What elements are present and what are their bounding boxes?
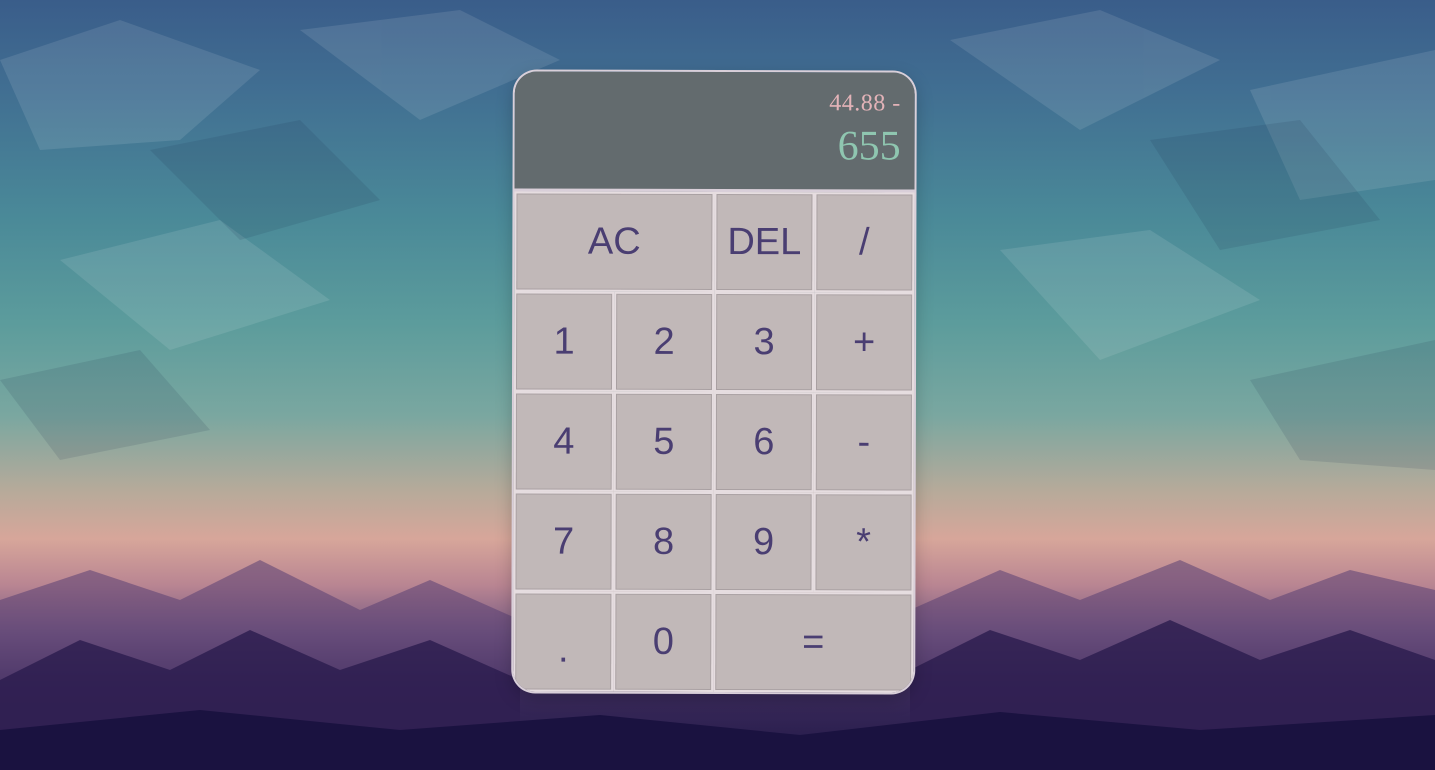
calculator-display: 44.88 - 655 [514,71,915,193]
current-operand: 655 [837,123,901,170]
calculator: 44.88 - 655 AC DEL / 1 2 3 + 4 5 6 - 7 8… [513,71,915,693]
digit-1-button[interactable]: 1 [513,291,615,392]
digit-3-button[interactable]: 3 [713,292,815,393]
digit-5-button[interactable]: 5 [613,391,714,492]
all-clear-button[interactable]: AC [514,191,715,293]
digit-8-button[interactable]: 8 [613,491,714,592]
digit-9-button[interactable]: 9 [713,491,814,593]
digit-6-button[interactable]: 6 [713,391,814,493]
decimal-label: . [557,628,569,671]
digit-7-button[interactable]: 7 [513,491,614,592]
equals-button[interactable]: = [713,591,914,693]
digit-2-button[interactable]: 2 [613,291,715,392]
previous-operand: 44.88 - [829,90,901,117]
multiply-button[interactable]: * [813,492,914,593]
digit-0-button[interactable]: 0 [613,591,714,692]
digit-4-button[interactable]: 4 [513,391,614,492]
add-button[interactable]: + [813,292,915,393]
decimal-button[interactable]: . [513,591,614,692]
divide-button[interactable]: / [814,192,915,293]
delete-button[interactable]: DEL [714,192,815,293]
subtract-button[interactable]: - [813,392,914,493]
